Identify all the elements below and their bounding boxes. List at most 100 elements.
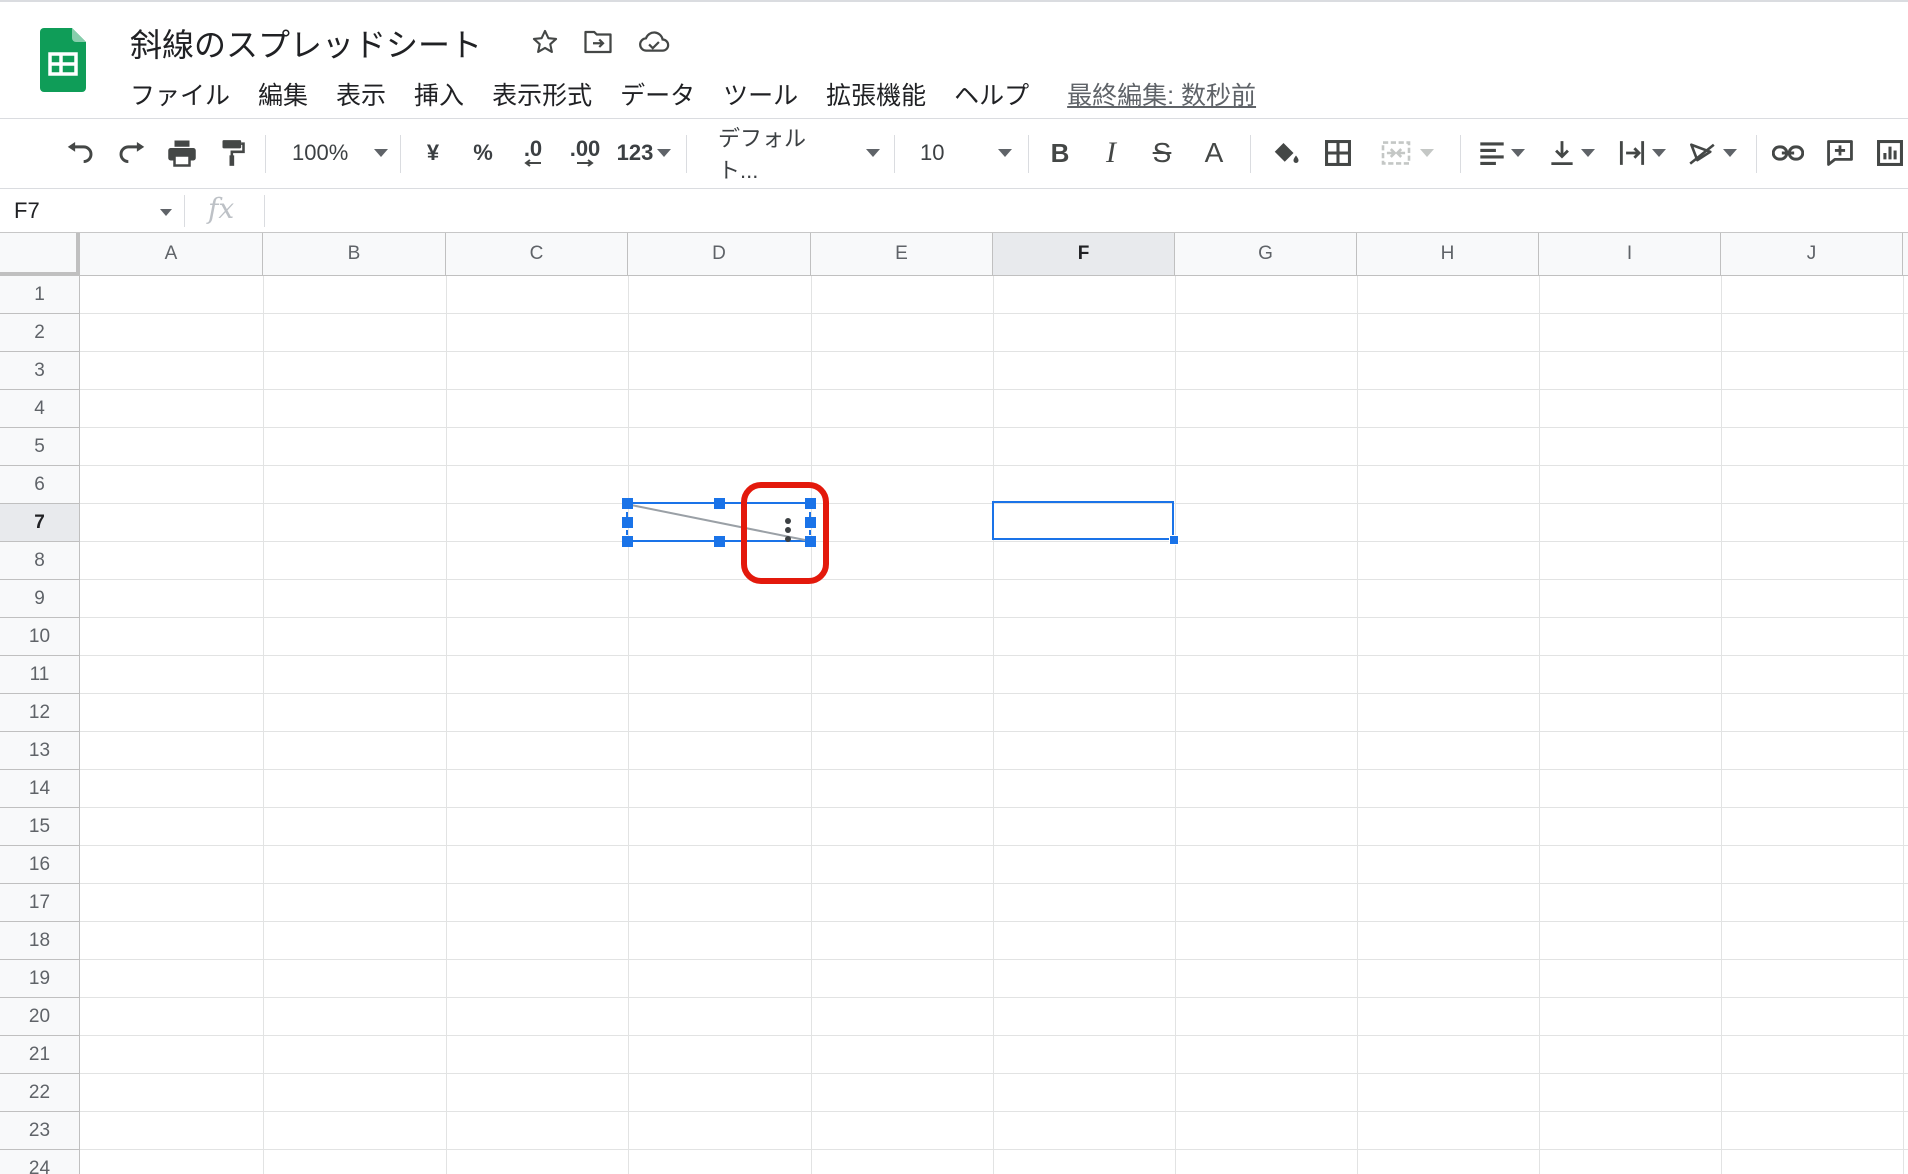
menu-extensions[interactable]: 拡張機能 <box>826 76 926 112</box>
gridline <box>80 617 1908 618</box>
column-header-d[interactable]: D <box>628 233 811 276</box>
paint-format-icon[interactable] <box>213 131 253 175</box>
arrow-right-icon <box>577 159 594 167</box>
column-header-e[interactable]: E <box>811 233 993 276</box>
undo-icon[interactable] <box>60 131 100 175</box>
bold-button[interactable]: B <box>1042 131 1078 175</box>
menu-data[interactable]: データ <box>620 76 695 112</box>
row-header-14[interactable]: 14 <box>0 770 80 808</box>
font-family-select[interactable]: デフォルト... <box>700 126 880 183</box>
decrease-decimal-button[interactable]: .0 <box>513 131 553 175</box>
gridline <box>80 579 1908 580</box>
gridline <box>80 389 1908 390</box>
row-header-1[interactable]: 1 <box>0 276 80 314</box>
chevron-down-icon[interactable] <box>160 209 172 216</box>
column-header-k[interactable] <box>1903 233 1908 276</box>
column-header-h[interactable]: H <box>1357 233 1539 276</box>
google-sheets-icon[interactable] <box>40 28 86 92</box>
select-all-corner[interactable] <box>0 233 80 276</box>
row-header-13[interactable]: 13 <box>0 732 80 770</box>
move-to-folder-icon[interactable] <box>580 24 616 60</box>
row-header-10[interactable]: 10 <box>0 618 80 656</box>
row-header-21[interactable]: 21 <box>0 1036 80 1074</box>
row-header-9[interactable]: 9 <box>0 580 80 618</box>
gridline <box>80 1111 1908 1112</box>
insert-comment-icon[interactable] <box>1820 131 1860 175</box>
percent-format-button[interactable]: % <box>465 131 501 175</box>
row-header-7[interactable]: 7 <box>0 504 80 542</box>
row-header-2[interactable]: 2 <box>0 314 80 352</box>
row-header-17[interactable]: 17 <box>0 884 80 922</box>
text-rotation-icon[interactable] <box>1684 131 1740 175</box>
row-header-23[interactable]: 23 <box>0 1112 80 1150</box>
menu-edit[interactable]: 編集 <box>258 76 308 112</box>
resize-handle[interactable] <box>622 517 633 528</box>
column-header-b[interactable]: B <box>263 233 446 276</box>
insert-link-icon[interactable] <box>1768 131 1808 175</box>
title-bar: 斜線のスプレッドシート ファイル 編集 表示 挿入 表示形式 データ ツール 拡… <box>0 0 1908 118</box>
star-icon[interactable] <box>527 24 563 60</box>
fill-color-icon[interactable] <box>1266 131 1306 175</box>
row-header-8[interactable]: 8 <box>0 542 80 580</box>
cloud-saved-icon[interactable] <box>636 24 672 60</box>
redo-icon[interactable] <box>112 131 152 175</box>
menu-view[interactable]: 表示 <box>336 76 386 112</box>
currency-format-button[interactable]: ¥ <box>415 131 451 175</box>
column-header-j[interactable]: J <box>1721 233 1903 276</box>
row-header-5[interactable]: 5 <box>0 428 80 466</box>
row-header-6[interactable]: 6 <box>0 466 80 504</box>
row-header-20[interactable]: 20 <box>0 998 80 1036</box>
row-header-19[interactable]: 19 <box>0 960 80 998</box>
text-wrapping-icon[interactable] <box>1614 131 1670 175</box>
merge-cells-icon[interactable] <box>1372 131 1442 175</box>
row-header-4[interactable]: 4 <box>0 390 80 428</box>
print-icon[interactable] <box>162 131 202 175</box>
row-header-22[interactable]: 22 <box>0 1074 80 1112</box>
row-header-15[interactable]: 15 <box>0 808 80 846</box>
document-title[interactable]: 斜線のスプレッドシート <box>130 20 482 66</box>
row-header-3[interactable]: 3 <box>0 352 80 390</box>
resize-handle[interactable] <box>622 498 633 509</box>
text-color-label: A <box>1204 137 1224 168</box>
number-format-select[interactable]: 123 <box>614 131 674 175</box>
resize-handle[interactable] <box>714 536 725 547</box>
insert-chart-icon[interactable] <box>1872 131 1908 175</box>
fill-handle[interactable] <box>1169 535 1179 545</box>
menu-file[interactable]: ファイル <box>130 76 230 112</box>
formula-input[interactable] <box>276 189 1896 232</box>
menu-insert[interactable]: 挿入 <box>414 76 464 112</box>
percent-label: % <box>473 140 493 165</box>
vertical-align-icon[interactable] <box>1544 131 1600 175</box>
row-header-16[interactable]: 16 <box>0 846 80 884</box>
menu-help[interactable]: ヘルプ <box>954 76 1029 112</box>
selected-cell-f7[interactable] <box>992 501 1174 540</box>
row-header-18[interactable]: 18 <box>0 922 80 960</box>
borders-icon[interactable] <box>1318 131 1358 175</box>
strikethrough-button[interactable]: S <box>1144 131 1180 175</box>
resize-handle[interactable] <box>622 536 633 547</box>
column-header-g[interactable]: G <box>1175 233 1357 276</box>
text-color-button[interactable]: A <box>1196 131 1232 175</box>
resize-handle[interactable] <box>714 498 725 509</box>
gridline <box>80 351 1908 352</box>
column-header-i[interactable]: I <box>1539 233 1721 276</box>
increase-decimal-button[interactable]: .00 <box>562 131 608 175</box>
menu-format[interactable]: 表示形式 <box>492 76 592 112</box>
italic-button[interactable]: I <box>1093 131 1129 175</box>
last-edit-link[interactable]: 最終編集: 数秒前 <box>1067 76 1256 112</box>
name-box[interactable]: F7 <box>0 189 182 232</box>
column-header-f[interactable]: F <box>993 233 1175 276</box>
column-header-c[interactable]: C <box>446 233 628 276</box>
horizontal-align-icon[interactable] <box>1474 131 1530 175</box>
menu-tools[interactable]: ツール <box>723 76 798 112</box>
spreadsheet-grid[interactable]: A B C D E F G H I J 1 2 3 4 5 6 7 8 9 10… <box>0 233 1908 1174</box>
column-header-a[interactable]: A <box>80 233 263 276</box>
row-header-11[interactable]: 11 <box>0 656 80 694</box>
zoom-select[interactable]: 100% <box>282 131 392 175</box>
row-header-12[interactable]: 12 <box>0 694 80 732</box>
gridline <box>1357 276 1358 1174</box>
gridline <box>80 1149 1908 1150</box>
row-header-24[interactable]: 24 <box>0 1150 80 1174</box>
gridline <box>993 276 994 1174</box>
font-size-select[interactable]: 10 <box>906 131 1016 175</box>
